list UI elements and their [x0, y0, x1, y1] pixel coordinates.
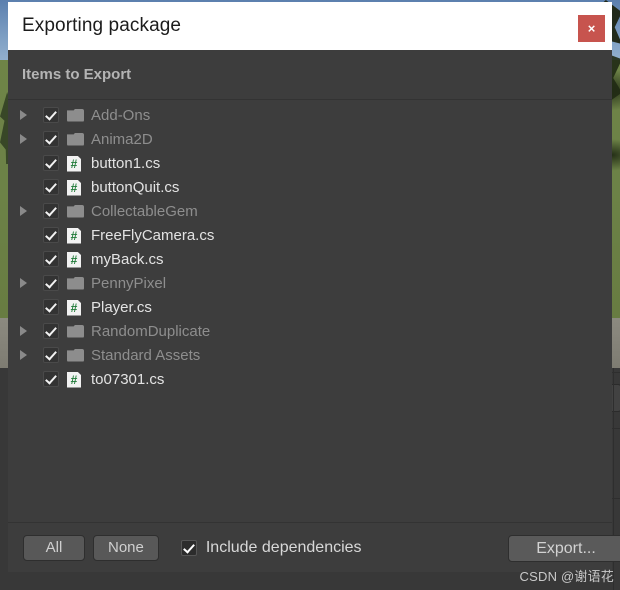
- exporting-package-dialog: Exporting package × Items to Export Add-…: [8, 2, 620, 572]
- list-item[interactable]: # myBack.cs: [8, 247, 612, 271]
- csharp-script-icon: #: [67, 251, 84, 268]
- folder-icon: [67, 107, 84, 124]
- item-checkbox[interactable]: [43, 131, 59, 147]
- item-checkbox[interactable]: [43, 155, 59, 171]
- hash-glyph: #: [70, 180, 78, 195]
- folder-icon: [67, 203, 84, 220]
- select-all-button[interactable]: All: [23, 534, 85, 561]
- hash-glyph: #: [70, 300, 78, 315]
- folder-glyph: [67, 108, 84, 122]
- item-checkbox[interactable]: [43, 251, 59, 267]
- screen-root: Exporting package × Items to Export Add-…: [0, 0, 620, 590]
- folder-icon: [67, 323, 84, 340]
- folder-glyph: [67, 324, 84, 338]
- folder-glyph: [67, 276, 84, 290]
- expand-arrow-icon[interactable]: [20, 319, 34, 343]
- item-checkbox[interactable]: [43, 347, 59, 363]
- dialog-titlebar: Exporting package ×: [8, 2, 612, 50]
- list-item[interactable]: # FreeFlyCamera.cs: [8, 223, 612, 247]
- select-none-button[interactable]: None: [93, 534, 159, 561]
- item-checkbox[interactable]: [43, 299, 59, 315]
- hash-glyph: #: [70, 156, 78, 171]
- list-item[interactable]: RandomDuplicate: [8, 319, 612, 343]
- include-dependencies-label: Include dependencies: [205, 538, 362, 556]
- item-checkbox[interactable]: [43, 323, 59, 339]
- item-checkbox[interactable]: [43, 227, 59, 243]
- hash-glyph: #: [70, 372, 78, 387]
- list-item[interactable]: Standard Assets: [8, 343, 612, 367]
- list-item[interactable]: # Player.cs: [8, 295, 612, 319]
- folder-icon: [67, 131, 84, 148]
- expand-arrow-icon[interactable]: [20, 127, 34, 151]
- csharp-script-icon: #: [67, 155, 84, 172]
- expand-arrow-spacer: [20, 175, 34, 199]
- folder-glyph: [67, 348, 84, 362]
- expand-arrow-spacer: [20, 151, 34, 175]
- include-dependencies-toggle[interactable]: Include dependencies: [180, 538, 362, 557]
- expand-arrow-spacer: [20, 223, 34, 247]
- script-page-glyph: #: [67, 155, 81, 172]
- close-icon[interactable]: ×: [578, 15, 605, 42]
- folder-icon: [67, 347, 84, 364]
- export-button[interactable]: Export...: [508, 535, 620, 562]
- items-to-export-header: Items to Export: [8, 50, 612, 100]
- include-dependencies-checkbox[interactable]: [180, 539, 197, 556]
- dialog-body: Items to Export Add-Ons Anima2D # button1.c…: [8, 50, 620, 572]
- list-item[interactable]: Anima2D: [8, 127, 612, 151]
- script-page-glyph: #: [67, 371, 81, 388]
- item-checkbox[interactable]: [43, 275, 59, 291]
- expand-arrow-spacer: [20, 367, 34, 391]
- expand-arrow-icon[interactable]: [20, 343, 34, 367]
- csharp-script-icon: #: [67, 371, 84, 388]
- list-item[interactable]: # buttonQuit.cs: [8, 175, 612, 199]
- list-item-label: RandomDuplicate: [91, 322, 211, 340]
- expand-arrow-spacer: [20, 247, 34, 271]
- hash-glyph: #: [70, 252, 78, 267]
- list-item-label: PennyPixel: [91, 274, 167, 292]
- expand-arrow-spacer: [20, 295, 34, 319]
- folder-icon: [67, 275, 84, 292]
- list-item-label: CollectableGem: [91, 202, 198, 220]
- list-item[interactable]: # to07301.cs: [8, 367, 612, 391]
- list-item-label: Player.cs: [91, 298, 152, 316]
- item-checkbox[interactable]: [43, 179, 59, 195]
- expand-arrow-icon[interactable]: [20, 199, 34, 223]
- folder-glyph: [67, 204, 84, 218]
- list-item-label: to07301.cs: [91, 370, 165, 388]
- csharp-script-icon: #: [67, 299, 84, 316]
- script-page-glyph: #: [67, 179, 81, 196]
- script-page-glyph: #: [67, 227, 81, 244]
- dialog-footer: All None Include dependencies Export...: [8, 522, 620, 572]
- item-checkbox[interactable]: [43, 107, 59, 123]
- export-items-list[interactable]: Add-Ons Anima2D # button1.cs # buttonQuit.cs C…: [8, 100, 612, 522]
- list-item[interactable]: CollectableGem: [8, 199, 612, 223]
- script-page-glyph: #: [67, 251, 81, 268]
- list-item-label: myBack.cs: [91, 250, 164, 268]
- csdn-watermark: CSDN @谢语花: [519, 569, 614, 584]
- list-item-label: Add-Ons: [91, 106, 151, 124]
- csharp-script-icon: #: [67, 179, 84, 196]
- expand-arrow-icon[interactable]: [20, 103, 34, 127]
- list-item-label: FreeFlyCamera.cs: [91, 226, 215, 244]
- item-checkbox[interactable]: [43, 371, 59, 387]
- list-item-label: buttonQuit.cs: [91, 178, 180, 196]
- list-item[interactable]: Add-Ons: [8, 103, 612, 127]
- list-item-label: Standard Assets: [91, 346, 201, 364]
- list-item[interactable]: PennyPixel: [8, 271, 612, 295]
- list-item[interactable]: # button1.cs: [8, 151, 612, 175]
- list-item-label: Anima2D: [91, 130, 153, 148]
- hash-glyph: #: [70, 228, 78, 243]
- dialog-title: Exporting package: [22, 15, 182, 36]
- item-checkbox[interactable]: [43, 203, 59, 219]
- csharp-script-icon: #: [67, 227, 84, 244]
- script-page-glyph: #: [67, 299, 81, 316]
- list-item-label: button1.cs: [91, 154, 161, 172]
- folder-glyph: [67, 132, 84, 146]
- expand-arrow-icon[interactable]: [20, 271, 34, 295]
